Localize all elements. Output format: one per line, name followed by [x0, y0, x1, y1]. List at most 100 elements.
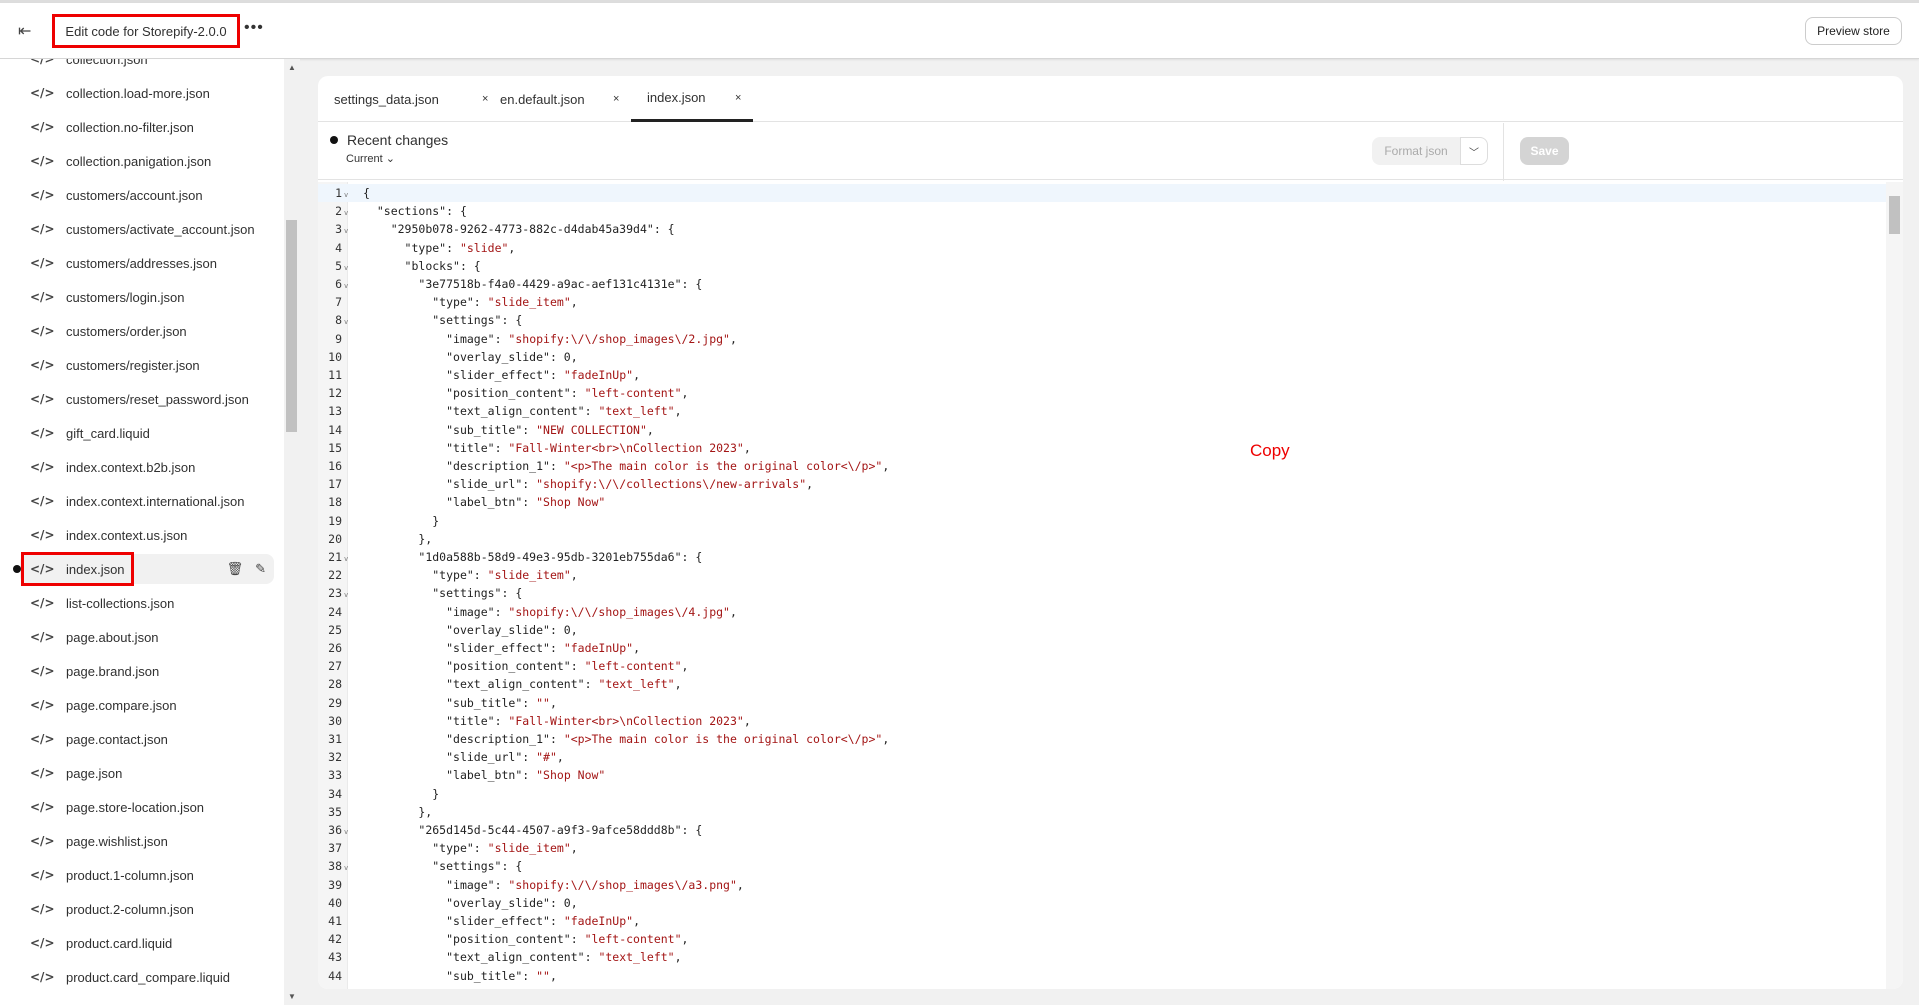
exit-icon[interactable]: ⇤ — [18, 21, 38, 41]
trash-icon[interactable]: 🗑 — [227, 561, 244, 577]
json-key: "text_align_content" — [446, 950, 585, 965]
sidebar-file-item[interactable]: </> page.brand.json — [20, 656, 274, 686]
code-text: "position_content": "left-content", — [446, 386, 689, 401]
editor-scrollbar-thumb[interactable] — [1889, 196, 1900, 234]
recent-changes: Recent changes — [330, 132, 448, 148]
sidebar-file-item[interactable]: </> collection.no-filter.json — [20, 112, 274, 142]
file-tabs: settings_data.json × en.default.json × ind… — [318, 76, 1903, 122]
modified-dot-icon — [13, 565, 21, 573]
code-text: }, — [363, 531, 433, 546]
save-button[interactable]: Save — [1520, 137, 1569, 165]
file-name: customers/account.json — [66, 187, 203, 203]
file-name: product.2-column.json — [66, 901, 194, 917]
code-line: 45 "title": "Fall-Winter<br>\nCollection… — [318, 985, 1903, 989]
more-actions-button[interactable]: ••• — [244, 19, 264, 37]
line-number: 34 — [328, 786, 342, 801]
file-name: gift_card.liquid — [66, 425, 150, 441]
code-line: 12 "position_content": "left-content", — [318, 384, 1903, 402]
file-name: customers/addresses.json — [66, 255, 218, 271]
sidebar-file-item[interactable]: </> page.wishlist.json — [20, 826, 274, 856]
format-options-dropdown[interactable]: ﹀ — [1460, 137, 1488, 165]
version-select[interactable]: Current ⌄ — [346, 152, 395, 165]
sidebar-file-item[interactable]: </> page.json — [20, 758, 274, 788]
code-line: 23 v "settings": { — [318, 584, 1903, 602]
json-string: "#" — [536, 750, 557, 765]
sidebar-file-item[interactable]: </> list-collections.json — [20, 588, 274, 618]
code-text: "3e77518b-f4a0-4429-a9ac-aef131c4131e": … — [418, 277, 703, 291]
sidebar-file-item[interactable]: </> index.context.international.json — [20, 486, 274, 516]
format-json-button[interactable]: Format json — [1372, 137, 1460, 165]
sidebar-file-item[interactable]: </> page.compare.json — [20, 690, 274, 720]
scroll-down-arrow-icon[interactable]: ▼ — [288, 992, 296, 1001]
scroll-up-arrow-icon[interactable]: ▲ — [288, 63, 296, 72]
json-key: "text_align_content" — [446, 677, 585, 692]
sidebar-file-item[interactable]: </> index.context.us.json — [20, 520, 274, 550]
code-file-icon: </> — [30, 630, 55, 644]
code-line: 19 } — [318, 512, 1903, 530]
sidebar-scrollbar[interactable] — [284, 59, 300, 1005]
json-string: "text_left" — [598, 677, 675, 692]
line-number: 17 — [328, 477, 342, 492]
code-text: "sub_title": "", — [446, 695, 557, 710]
file-name: index.context.international.json — [66, 493, 245, 509]
tab-settings-data[interactable]: settings_data.json × — [334, 76, 488, 122]
json-key: "sub_title" — [446, 695, 523, 710]
sidebar-file-item[interactable]: </> collection.panigation.json — [20, 146, 274, 176]
sidebar-file-item[interactable]: </> customers/activate_account.json — [20, 214, 274, 244]
sidebar-file-item[interactable]: </> customers/addresses.json — [20, 248, 274, 278]
code-editor[interactable]: 1 v{2 v "sections": {3 v "2950b078-9262-477… — [318, 182, 1903, 989]
code-line: 3v "2950b078-9262-4773-882c-d4dab45a39d4… — [318, 220, 1903, 238]
line-number: 39 — [328, 877, 342, 892]
json-key: "settings" — [432, 586, 502, 601]
code-text: "type": "slide", — [404, 240, 516, 255]
code-file-icon: </> — [30, 324, 55, 338]
pencil-icon[interactable]: ✎ — [255, 561, 266, 577]
close-icon[interactable]: × — [482, 93, 488, 105]
json-string: "<p>The main color is the original color… — [563, 732, 883, 746]
json-string: "fadeInUp" — [563, 641, 634, 655]
sidebar-scrollbar-thumb[interactable] — [286, 220, 297, 432]
code-file-icon: </> — [30, 868, 55, 882]
line-number: 2 — [335, 204, 342, 219]
code-text: "label_btn": "Shop Now" — [446, 495, 606, 510]
sidebar-file-item[interactable]: </> gift_card.liquid — [20, 418, 274, 448]
code-text: "type": "slide_item", — [432, 841, 578, 856]
code-line: 16 "description_1": "<p>The main color i… — [318, 457, 1903, 475]
tab-en-default[interactable]: en.default.json × — [500, 76, 650, 122]
code-line: 8v "settings": { — [318, 311, 1903, 329]
sidebar-file-item[interactable]: </> collection.json — [20, 59, 274, 74]
sidebar-file-item[interactable]: </> customers/register.json — [20, 350, 274, 380]
code-line: 20 }, — [318, 530, 1903, 548]
code-file-icon: </> — [30, 494, 55, 508]
code-line: 37 "type": "slide_item", — [318, 839, 1903, 857]
code-text: } — [363, 513, 440, 528]
file-name: collection.json — [66, 59, 148, 67]
code-line: 24 "image": "shopify:\/\/shop_images\/4.… — [318, 603, 1903, 621]
sidebar-file-item[interactable]: </> product.card_compare.liquid — [20, 962, 274, 992]
code-line: 26 "slider_effect": "fadeInUp", — [318, 639, 1903, 657]
sidebar-file-item[interactable]: </> customers/order.json — [20, 316, 274, 346]
close-icon[interactable]: × — [735, 92, 741, 104]
sidebar-file-item[interactable]: </> collection.load-more.json — [20, 78, 274, 108]
code-line: 33 "label_btn": "Shop Now" — [318, 766, 1903, 784]
json-key: "slide_url" — [446, 477, 523, 492]
sidebar-file-item[interactable]: </> page.contact.json — [20, 724, 274, 754]
preview-store-button[interactable]: Preview store — [1805, 17, 1902, 45]
sidebar-file-item[interactable]: </> product.2-column.json — [20, 894, 274, 924]
sidebar-file-item[interactable]: </> product.1-column.json — [20, 860, 274, 890]
line-number: 45 — [318, 985, 342, 989]
close-icon[interactable]: × — [613, 93, 619, 105]
code-line: 2v "sections": { — [318, 202, 1903, 220]
sidebar-file-item[interactable]: </> customers/reset_password.json — [20, 384, 274, 414]
code-line: 44 "sub_title": "", — [318, 967, 1903, 985]
sidebar-file-item[interactable]: </> page.store-location.json — [20, 792, 274, 822]
sidebar-file-item[interactable]: </> customers/login.json — [20, 282, 274, 312]
file-name: customers/activate_account.json — [66, 221, 255, 237]
editor-scrollbar[interactable] — [1886, 182, 1903, 989]
tab-index[interactable]: index.json × — [631, 76, 753, 122]
sidebar-file-item[interactable]: </> page.about.json — [20, 622, 274, 652]
sidebar-file-item[interactable]: </> customers/account.json — [20, 180, 274, 210]
sidebar-file-item[interactable]: </> index.context.b2b.json — [20, 452, 274, 482]
file-name: product.card.liquid — [66, 935, 173, 951]
sidebar-file-item[interactable]: </> product.card.liquid — [20, 928, 274, 958]
